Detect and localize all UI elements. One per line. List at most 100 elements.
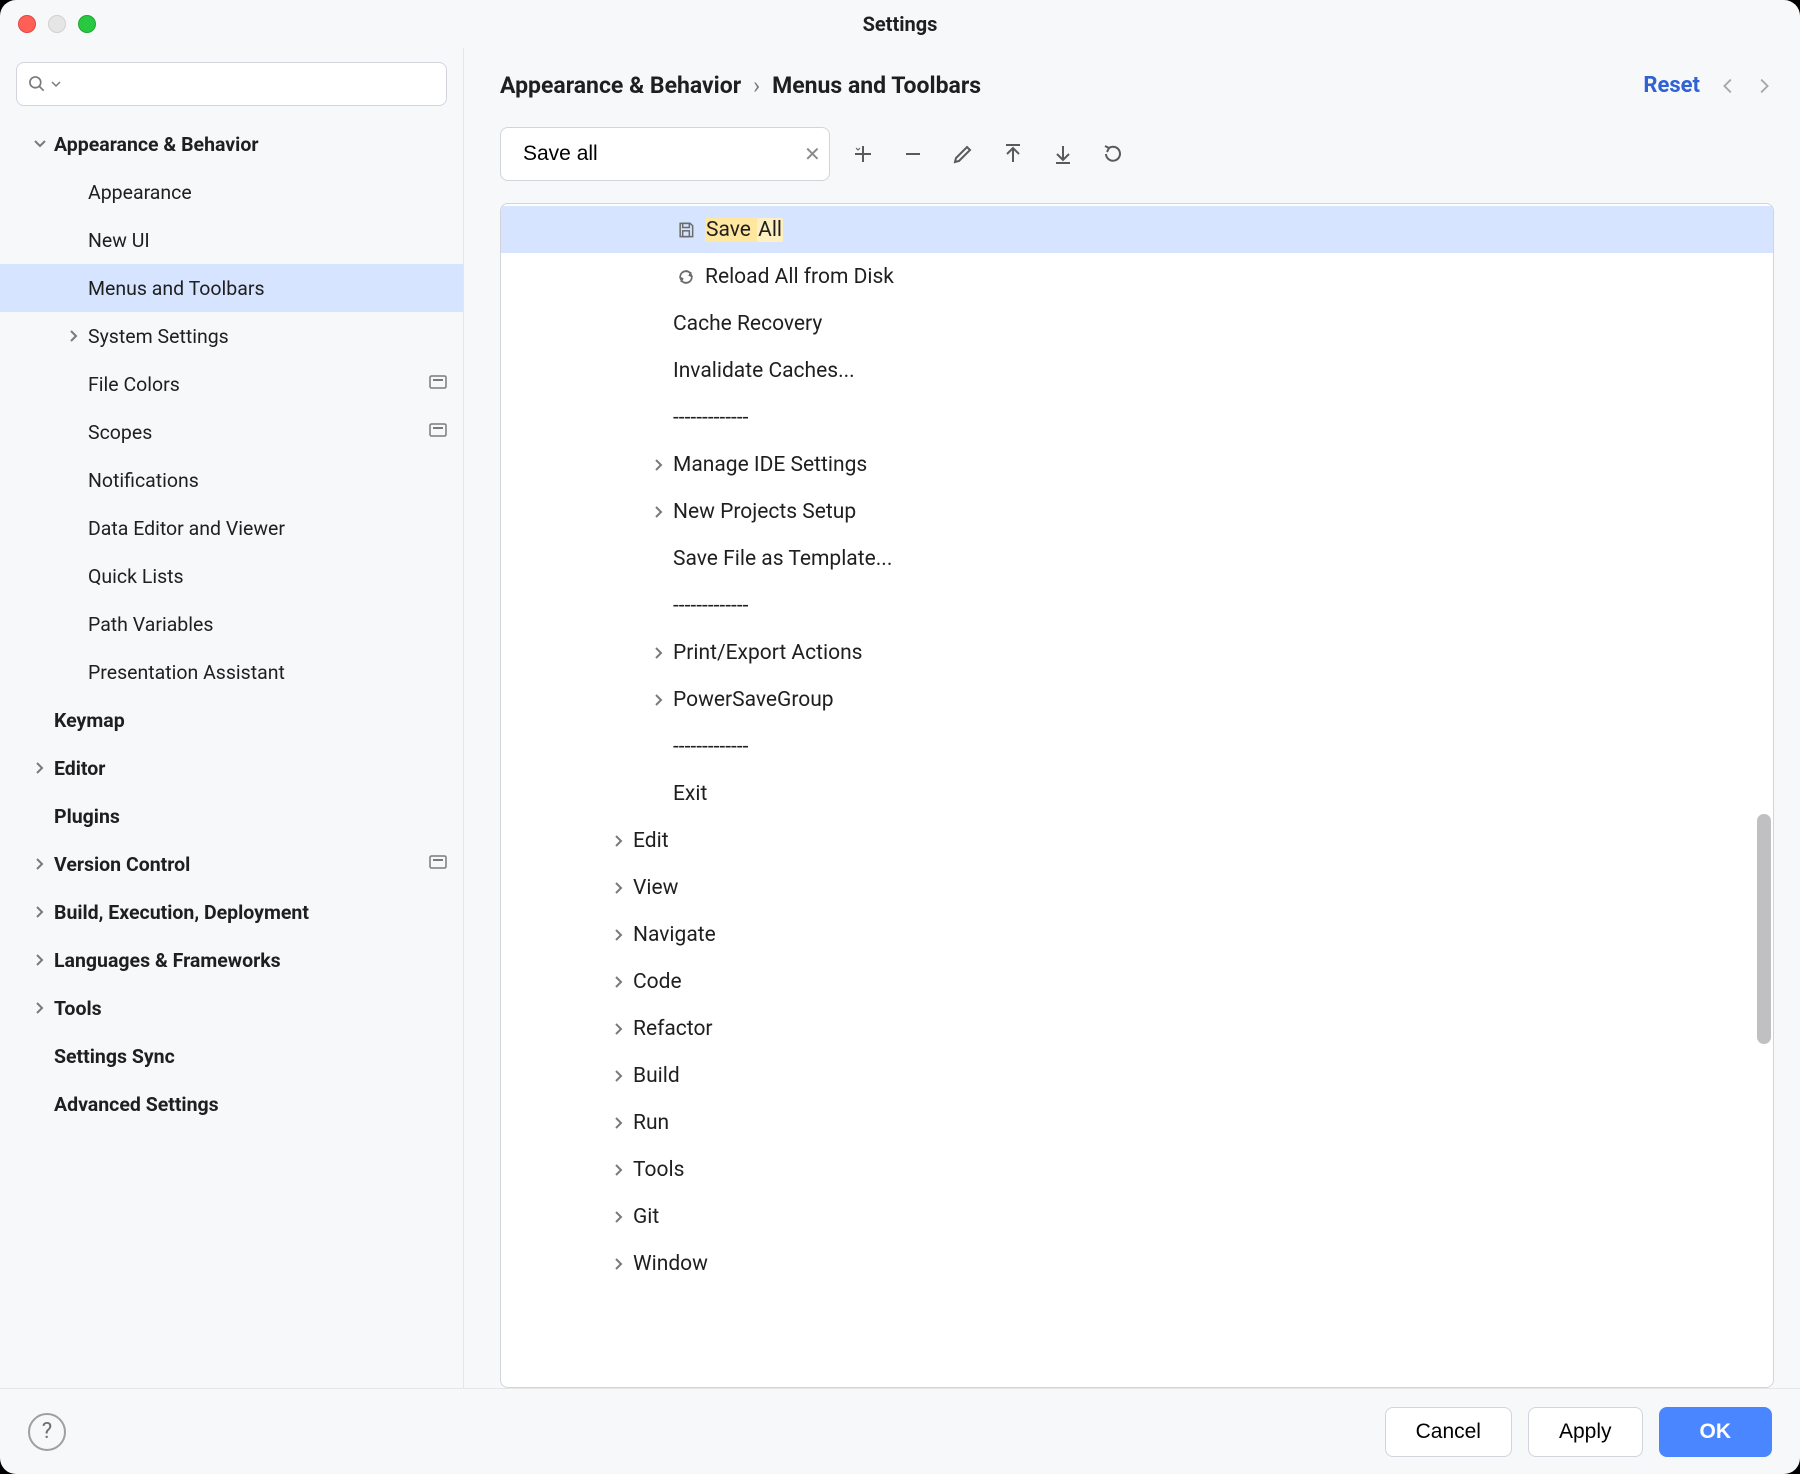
sidebar-item-languages-frameworks[interactable]: Languages & Frameworks <box>0 936 463 984</box>
sidebar-item-label: Appearance <box>88 181 449 204</box>
cancel-button[interactable]: Cancel <box>1385 1407 1512 1457</box>
edit-action-button[interactable] <box>946 137 980 171</box>
tree-item-build[interactable]: Build <box>501 1052 1773 1099</box>
sidebar-item-advanced-settings[interactable]: Advanced Settings <box>0 1080 463 1128</box>
tree-separator[interactable]: ------------- <box>501 723 1773 770</box>
scrollbar-thumb[interactable] <box>1757 814 1771 1044</box>
revert-button[interactable] <box>1096 137 1130 171</box>
sidebar-item-label: Tools <box>54 997 449 1020</box>
back-arrow-icon[interactable] <box>1718 75 1740 97</box>
tree-item-label: Reload All from Disk <box>705 265 894 289</box>
actions-tree[interactable]: Save All Reload All from Disk Cache Recove… <box>501 204 1773 1387</box>
sidebar-item-notifications[interactable]: Notifications <box>0 456 463 504</box>
sidebar-item-menus-and-toolbars[interactable]: Menus and Toolbars <box>0 264 463 312</box>
tree-item-reload-all-from-disk[interactable]: Reload All from Disk <box>501 253 1773 300</box>
tree-item-git[interactable]: Git <box>501 1193 1773 1240</box>
tree-item-label: Build <box>633 1064 680 1088</box>
sidebar-item-version-control[interactable]: Version Control <box>0 840 463 888</box>
sidebar-nav-tree[interactable]: Appearance & Behavior Appearance New UI Men… <box>0 116 463 1388</box>
footer: ? Cancel Apply OK <box>0 1388 1800 1474</box>
sidebar-item-file-colors[interactable]: File Colors <box>0 360 463 408</box>
settings-window: Settings Appearance & BehaviorAppearance… <box>0 0 1800 1474</box>
tree-separator[interactable]: ------------- <box>501 582 1773 629</box>
reset-link[interactable]: Reset <box>1643 73 1700 98</box>
chevron-right-icon <box>645 456 673 474</box>
sidebar-item-build-execution-deployment[interactable]: Build, Execution, Deployment <box>0 888 463 936</box>
sidebar-item-tools[interactable]: Tools <box>0 984 463 1032</box>
breadcrumb-row: Appearance & Behavior › Menus and Toolba… <box>500 72 1774 99</box>
tree-item-tools[interactable]: Tools <box>501 1146 1773 1193</box>
tree-item-cache-recovery[interactable]: Cache Recovery <box>501 300 1773 347</box>
remove-action-button[interactable] <box>896 137 930 171</box>
action-search-box[interactable]: ✕ <box>500 127 830 181</box>
sidebar-item-label: New UI <box>88 229 449 252</box>
tree-item-label: Refactor <box>633 1017 713 1041</box>
minimize-window-button[interactable] <box>48 15 66 33</box>
tree-item-run[interactable]: Run <box>501 1099 1773 1146</box>
tree-item-label: Print/Export Actions <box>673 641 863 665</box>
tree-item-new-projects-setup[interactable]: New Projects Setup <box>501 488 1773 535</box>
sidebar-item-label: Build, Execution, Deployment <box>54 901 449 924</box>
sidebar-item-editor[interactable]: Editor <box>0 744 463 792</box>
chevron-right-icon <box>605 1067 633 1085</box>
ok-button[interactable]: OK <box>1659 1407 1773 1457</box>
help-button[interactable]: ? <box>28 1413 66 1451</box>
sidebar-item-appearance[interactable]: Appearance <box>0 168 463 216</box>
tree-separator[interactable]: ------------- <box>501 394 1773 441</box>
tree-item-view[interactable]: View <box>501 864 1773 911</box>
clear-search-icon[interactable]: ✕ <box>804 142 821 166</box>
sidebar-item-settings-sync[interactable]: Settings Sync <box>0 1032 463 1080</box>
tree-item-code[interactable]: Code <box>501 958 1773 1005</box>
forward-arrow-icon[interactable] <box>1752 75 1774 97</box>
tree-item-navigate[interactable]: Navigate <box>501 911 1773 958</box>
tree-item-save-all[interactable]: Save All <box>501 206 1773 253</box>
close-window-button[interactable] <box>18 15 36 33</box>
history-nav <box>1718 75 1774 97</box>
sidebar-item-data-editor-and-viewer[interactable]: Data Editor and Viewer <box>0 504 463 552</box>
tree-item-invalidate-caches[interactable]: Invalidate Caches... <box>501 347 1773 394</box>
tree-item-print-export-actions[interactable]: Print/Export Actions <box>501 629 1773 676</box>
sidebar-item-appearance-behavior[interactable]: Appearance & Behavior <box>0 120 463 168</box>
sidebar-item-plugins[interactable]: Plugins <box>0 792 463 840</box>
sidebar-item-label: Keymap <box>54 709 449 732</box>
sidebar-item-label: File Colors <box>88 373 429 396</box>
tree-item-save-file-as-template[interactable]: Save File as Template... <box>501 535 1773 582</box>
tree-item-label: Code <box>633 970 682 994</box>
tree-item-powersavegroup[interactable]: PowerSaveGroup <box>501 676 1773 723</box>
sidebar-item-quick-lists[interactable]: Quick Lists <box>0 552 463 600</box>
tree-item-label: Save File as Template... <box>673 547 892 571</box>
sidebar-item-label: Notifications <box>88 469 449 492</box>
add-action-button[interactable] <box>846 137 880 171</box>
move-down-button[interactable] <box>1046 137 1080 171</box>
breadcrumb-part-2: Menus and Toolbars <box>772 72 981 99</box>
sidebar-item-path-variables[interactable]: Path Variables <box>0 600 463 648</box>
apply-button[interactable]: Apply <box>1528 1407 1643 1457</box>
sidebar-item-label: Scopes <box>88 421 429 444</box>
sidebar-search-box[interactable] <box>16 62 447 106</box>
chevron-right-icon <box>605 1208 633 1226</box>
chevron-right-icon <box>645 644 673 662</box>
tree-item-exit[interactable]: Exit <box>501 770 1773 817</box>
action-search-input[interactable] <box>521 141 796 167</box>
tree-item-edit[interactable]: Edit <box>501 817 1773 864</box>
sidebar-item-presentation-assistant[interactable]: Presentation Assistant <box>0 648 463 696</box>
chevron-right-icon <box>26 951 54 969</box>
sidebar-item-new-ui[interactable]: New UI <box>0 216 463 264</box>
tree-item-window[interactable]: Window <box>501 1240 1773 1287</box>
sidebar-item-label: Editor <box>54 757 449 780</box>
sidebar-item-keymap[interactable]: Keymap <box>0 696 463 744</box>
tree-item-label: Git <box>633 1205 659 1229</box>
sidebar-item-system-settings[interactable]: System Settings <box>0 312 463 360</box>
sidebar-item-scopes[interactable]: Scopes <box>0 408 463 456</box>
tree-item-manage-ide-settings[interactable]: Manage IDE Settings <box>501 441 1773 488</box>
tree-item-label: Invalidate Caches... <box>673 359 855 383</box>
tree-item-label: Cache Recovery <box>673 312 822 336</box>
move-up-button[interactable] <box>996 137 1030 171</box>
chevron-right-icon <box>605 1255 633 1273</box>
sidebar-search-input[interactable] <box>65 72 436 96</box>
maximize-window-button[interactable] <box>78 15 96 33</box>
tree-item-refactor[interactable]: Refactor <box>501 1005 1773 1052</box>
sidebar-item-label: Plugins <box>54 805 449 828</box>
chevron-right-icon <box>605 973 633 991</box>
titlebar: Settings <box>0 0 1800 48</box>
